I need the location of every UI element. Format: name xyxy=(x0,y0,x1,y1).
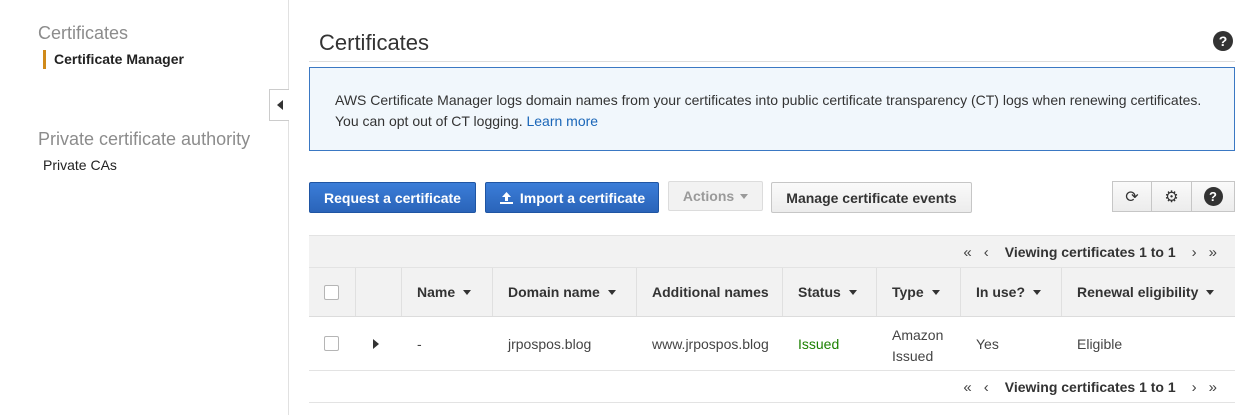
sort-caret-icon xyxy=(848,289,857,295)
column-header-name[interactable]: Name xyxy=(402,268,493,316)
pagination-bottom: « ‹ Viewing certificates 1 to 1 › » xyxy=(309,371,1235,403)
column-label: Additional names xyxy=(652,284,769,300)
cell-additional-names: www.jrpospos.blog xyxy=(652,335,769,352)
refresh-icon: ⟳ xyxy=(1125,188,1139,206)
request-certificate-label: Request a certificate xyxy=(324,189,461,206)
cell-renewal-eligibility: Eligible xyxy=(1077,335,1123,352)
sidebar-heading-certificates: Certificates xyxy=(38,23,129,43)
row-checkbox[interactable] xyxy=(324,336,339,351)
expand-caret-icon xyxy=(373,338,379,349)
table-row[interactable]: - jrpospos.blog www.jrpospos.blog Issued… xyxy=(309,317,1235,371)
column-header-type[interactable]: Type xyxy=(877,268,961,316)
actions-dropdown[interactable]: Actions xyxy=(668,181,763,211)
next-page-icon[interactable]: › xyxy=(1192,244,1197,261)
last-page-icon[interactable]: » xyxy=(1209,379,1217,396)
sidebar: Certificates Certificate Manager Private… xyxy=(0,0,289,415)
first-page-icon[interactable]: « xyxy=(963,379,971,396)
column-label: Domain name xyxy=(508,284,600,300)
manage-certificate-events-button[interactable]: Manage certificate events xyxy=(771,182,972,213)
sidebar-item-certificate-manager[interactable]: Certificate Manager xyxy=(43,50,184,69)
table-tools-group: ⟳ ⚙ ? xyxy=(1112,181,1235,212)
column-label: Renewal eligibility xyxy=(1077,284,1199,300)
sort-caret-icon xyxy=(463,289,472,295)
next-page-icon[interactable]: › xyxy=(1192,379,1197,396)
actions-label: Actions xyxy=(682,188,735,204)
select-all-checkbox[interactable] xyxy=(324,284,339,300)
pagination-label: Viewing certificates 1 to 1 xyxy=(1004,379,1176,395)
column-header-renewal-eligibility[interactable]: Renewal eligibility xyxy=(1062,268,1235,316)
learn-more-link[interactable]: Learn more xyxy=(526,113,598,129)
ct-logging-info-box: AWS Certificate Manager logs domain name… xyxy=(309,67,1235,151)
cell-status: Issued xyxy=(798,335,840,352)
column-label: Name xyxy=(417,284,456,300)
info-text: AWS Certificate Manager logs domain name… xyxy=(335,92,1202,129)
column-label: Status xyxy=(798,284,841,300)
sidebar-item-private-cas[interactable]: Private CAs xyxy=(43,157,117,173)
manage-events-label: Manage certificate events xyxy=(786,189,957,206)
settings-button[interactable]: ⚙ xyxy=(1152,181,1192,212)
help-icon: ? xyxy=(1203,187,1223,206)
cell-in-use: Yes xyxy=(976,335,999,352)
sort-caret-icon xyxy=(607,289,616,295)
prev-page-icon[interactable]: ‹ xyxy=(984,244,989,261)
type-text: Amazon Issued xyxy=(892,327,944,364)
help-icon[interactable]: ? xyxy=(1213,31,1233,51)
cell-type: Amazon Issued xyxy=(877,317,961,370)
column-header-domain-name[interactable]: Domain name xyxy=(493,268,637,316)
gear-icon: ⚙ xyxy=(1164,188,1179,206)
pagination-top: « ‹ Viewing certificates 1 to 1 › » xyxy=(309,235,1235,267)
sort-caret-icon xyxy=(931,289,940,295)
cell-name: - xyxy=(417,335,422,352)
select-all-cell xyxy=(309,268,356,316)
expand-row-cell[interactable] xyxy=(356,317,402,370)
first-page-icon[interactable]: « xyxy=(963,244,971,261)
upload-icon xyxy=(499,191,513,204)
caret-left-icon xyxy=(276,100,283,110)
prev-page-icon[interactable]: ‹ xyxy=(984,379,989,396)
sort-caret-icon xyxy=(1033,289,1042,295)
column-header-status[interactable]: Status xyxy=(783,268,877,316)
collapse-sidebar-button[interactable] xyxy=(269,89,289,121)
import-certificate-label: Import a certificate xyxy=(519,189,646,206)
last-page-icon[interactable]: » xyxy=(1209,244,1217,261)
row-select-cell xyxy=(309,317,356,370)
pagination-label: Viewing certificates 1 to 1 xyxy=(1004,244,1176,260)
table-help-button[interactable]: ? xyxy=(1192,181,1235,212)
column-header-additional-names[interactable]: Additional names xyxy=(637,268,783,316)
page-title: Certificates xyxy=(319,30,430,55)
column-header-in-use[interactable]: In use? xyxy=(961,268,1062,316)
sort-caret-icon xyxy=(1206,289,1215,295)
request-certificate-button[interactable]: Request a certificate xyxy=(309,182,476,213)
cell-domain-name: jrpospos.blog xyxy=(508,335,592,352)
column-label: Type xyxy=(892,284,924,300)
table-header: Name Domain name Additional names Status… xyxy=(309,267,1235,317)
caret-down-icon xyxy=(740,193,749,199)
refresh-button[interactable]: ⟳ xyxy=(1112,181,1152,212)
title-divider xyxy=(309,61,1235,62)
import-certificate-button[interactable]: Import a certificate xyxy=(485,182,659,213)
expand-column-header xyxy=(356,268,402,316)
column-label: In use? xyxy=(976,284,1026,300)
sidebar-heading-private-ca: Private certificate authority xyxy=(38,129,251,149)
